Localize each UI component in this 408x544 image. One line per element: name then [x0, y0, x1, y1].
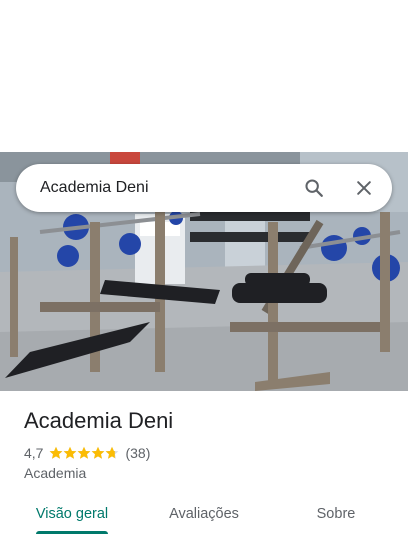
tab-about[interactable]: Sobre	[296, 496, 376, 532]
tab-overview[interactable]: Visão geral	[24, 496, 120, 532]
close-icon[interactable]	[352, 176, 376, 200]
place-title: Academia Deni	[24, 408, 174, 433]
rating-row[interactable]: 4,7 (38)	[24, 444, 150, 462]
tab-bar: Visão geral Avaliações Sobre	[0, 496, 408, 536]
star-rating	[49, 446, 119, 460]
active-tab-indicator	[36, 531, 108, 534]
place-category[interactable]: Academia	[24, 465, 86, 481]
search-input[interactable]: Academia Deni	[40, 179, 302, 197]
search-bar[interactable]: Academia Deni	[16, 164, 392, 212]
tab-reviews[interactable]: Avaliações	[156, 496, 252, 532]
rating-value: 4,7	[24, 445, 44, 461]
search-icon[interactable]	[302, 176, 326, 200]
review-count[interactable]: (38)	[125, 445, 150, 461]
stars-icon	[50, 446, 119, 459]
